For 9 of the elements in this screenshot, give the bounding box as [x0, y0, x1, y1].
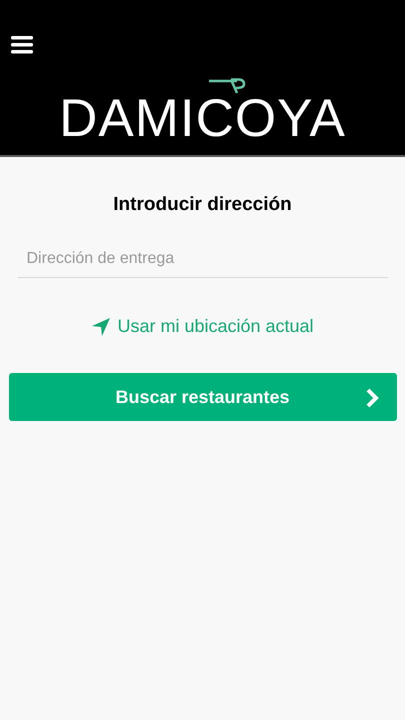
chevron-right-icon [364, 388, 378, 408]
page-title: Introducir dirección [113, 194, 292, 216]
current-location-link[interactable]: Usar mi ubicación actual [91, 316, 314, 337]
menu-icon [11, 36, 33, 54]
menu-button[interactable] [11, 36, 35, 56]
search-restaurants-button[interactable]: Buscar restaurantes [8, 373, 396, 421]
location-arrow-icon [91, 316, 112, 336]
address-field[interactable]: Dirección de entrega [18, 244, 388, 278]
logo: DAMICOYA [59, 94, 346, 144]
